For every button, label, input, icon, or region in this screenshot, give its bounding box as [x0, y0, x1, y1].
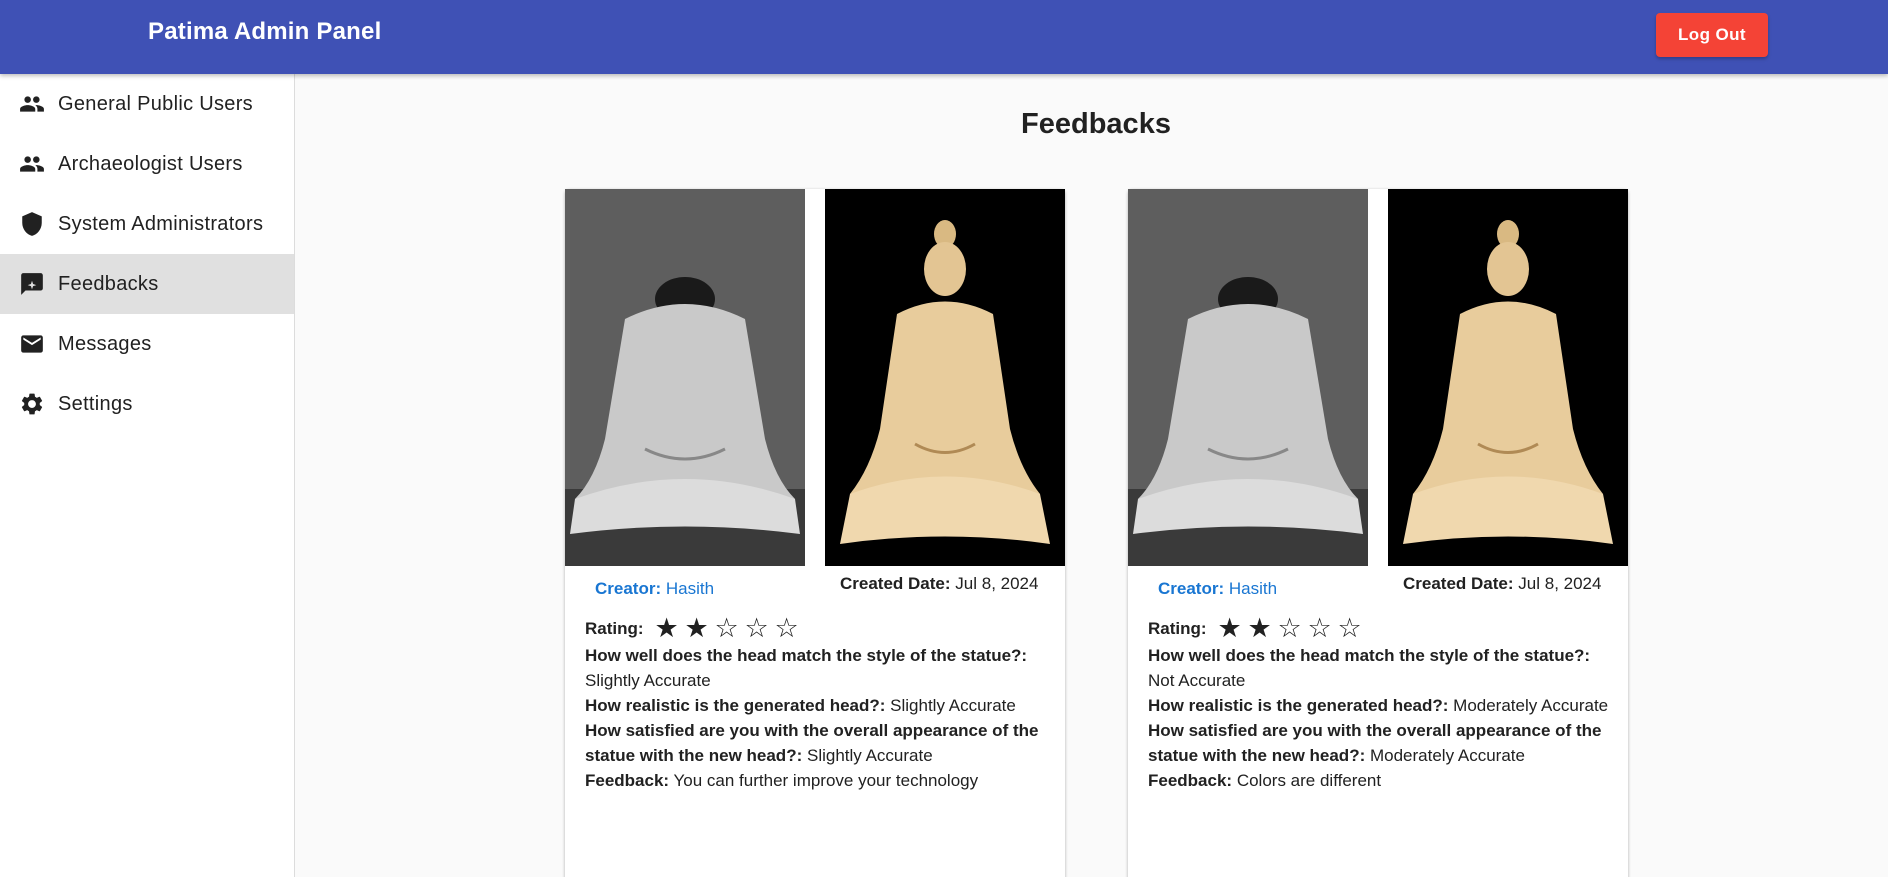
star-empty-icon: ☆	[774, 612, 799, 643]
rating-stars: ★ ★ ☆ ☆ ☆	[1215, 612, 1365, 643]
gear-icon	[19, 391, 45, 417]
created-date: Created Date: Jul 8, 2024	[1403, 574, 1601, 594]
star-filled-icon: ★	[654, 612, 679, 643]
feedback-card: Creator: Hasith Created Date: Jul 8, 202…	[1128, 189, 1628, 877]
app-title: Patima Admin Panel	[148, 18, 382, 45]
rating-stars: ★ ★ ☆ ☆ ☆	[652, 612, 802, 643]
question-realism: How realistic is the generated head?: Mo…	[1148, 693, 1618, 718]
sidebar-item-feedbacks[interactable]: Feedbacks	[0, 254, 294, 314]
question-realism: How realistic is the generated head?: Sl…	[585, 693, 1055, 718]
creator-name: Hasith	[1228, 579, 1278, 598]
answer-value: Slightly Accurate	[806, 746, 933, 765]
question-satisfaction: How satisfied are you with the overall a…	[585, 718, 1055, 768]
sidebar: General Public Users Archaeologist Users…	[0, 74, 295, 877]
rating-row: Rating: ★ ★ ☆ ☆ ☆	[1148, 613, 1618, 643]
people-icon	[19, 91, 45, 117]
creator-label: Creator:	[1158, 579, 1225, 598]
rating-label: Rating:	[585, 618, 644, 638]
feedback-value: You can further improve your technology	[673, 771, 979, 790]
star-empty-icon: ☆	[1277, 612, 1302, 643]
feedback-details: Rating: ★ ★ ☆ ☆ ☆ How well does the head mat…	[1148, 613, 1618, 793]
feedback-label: Feedback:	[585, 771, 670, 790]
image-pair	[1128, 189, 1628, 566]
answer-value: Slightly Accurate	[890, 696, 1016, 715]
star-filled-icon: ★	[1247, 612, 1272, 643]
sidebar-item-label: Archaeologist Users	[58, 152, 243, 175]
app-bar: Patima Admin Panel Log Out	[0, 0, 1888, 74]
sidebar-item-general-public-users[interactable]: General Public Users	[0, 74, 294, 134]
sidebar-item-label: General Public Users	[58, 92, 253, 115]
feedback-label: Feedback:	[1148, 771, 1233, 790]
page-title: Feedbacks	[1021, 108, 1171, 140]
sidebar-item-label: Messages	[58, 332, 152, 355]
question-style-match: How well does the head match the style o…	[585, 643, 1055, 693]
original-statue-image[interactable]	[565, 189, 805, 566]
rating-label: Rating:	[1148, 618, 1207, 638]
star-empty-icon: ☆	[714, 612, 739, 643]
feedback-icon	[19, 271, 45, 297]
rating-row: Rating: ★ ★ ☆ ☆ ☆	[585, 613, 1055, 643]
creator: Creator: Hasith	[1158, 579, 1277, 599]
generated-statue-image[interactable]	[1388, 189, 1628, 566]
sidebar-item-system-administrators[interactable]: System Administrators	[0, 194, 294, 254]
creator-name: Hasith	[665, 579, 715, 598]
star-filled-icon: ★	[684, 612, 709, 643]
feedback-details: Rating: ★ ★ ☆ ☆ ☆ How well does the head mat…	[585, 613, 1055, 793]
original-statue-image[interactable]	[1128, 189, 1368, 566]
answer-value: Moderately Accurate	[1453, 696, 1609, 715]
logout-button[interactable]: Log Out	[1656, 13, 1768, 57]
feedback-card: Creator: Hasith Created Date: Jul 8, 202…	[565, 189, 1065, 877]
sidebar-item-archaeologist-users[interactable]: Archaeologist Users	[0, 134, 294, 194]
sidebar-item-label: Feedbacks	[58, 272, 159, 295]
feedback-value: Colors are different	[1236, 771, 1382, 790]
question-label: How well does the head match the style o…	[1148, 646, 1591, 665]
creator-label: Creator:	[595, 579, 662, 598]
feedback-text: Feedback: You can further improve your t…	[585, 768, 1055, 793]
star-empty-icon: ☆	[744, 612, 769, 643]
mail-icon	[19, 331, 45, 357]
created-date: Created Date: Jul 8, 2024	[840, 574, 1038, 594]
sidebar-item-label: System Administrators	[58, 212, 264, 235]
question-label: How well does the head match the style o…	[585, 646, 1028, 665]
created-date-label: Created Date:	[840, 574, 951, 593]
question-label: How realistic is the generated head?:	[585, 696, 886, 715]
answer-value: Moderately Accurate	[1369, 746, 1525, 765]
shield-icon	[19, 211, 45, 237]
created-date-label: Created Date:	[1403, 574, 1514, 593]
created-date-value: Jul 8, 2024	[955, 574, 1039, 593]
sidebar-item-settings[interactable]: Settings	[0, 374, 294, 434]
star-empty-icon: ☆	[1337, 612, 1362, 643]
star-filled-icon: ★	[1217, 612, 1242, 643]
image-pair	[565, 189, 1065, 566]
created-date-value: Jul 8, 2024	[1518, 574, 1602, 593]
main-content: Feedbacks Creator: Hasith Created Date: …	[296, 74, 1888, 877]
answer-value: Not Accurate	[1148, 671, 1246, 690]
star-empty-icon: ☆	[1307, 612, 1332, 643]
question-label: How realistic is the generated head?:	[1148, 696, 1449, 715]
feedback-text: Feedback: Colors are different	[1148, 768, 1618, 793]
question-style-match: How well does the head match the style o…	[1148, 643, 1618, 693]
creator: Creator: Hasith	[595, 579, 714, 599]
generated-statue-image[interactable]	[825, 189, 1065, 566]
people-icon	[19, 151, 45, 177]
question-satisfaction: How satisfied are you with the overall a…	[1148, 718, 1618, 768]
sidebar-item-label: Settings	[58, 392, 133, 415]
sidebar-item-messages[interactable]: Messages	[0, 314, 294, 374]
answer-value: Slightly Accurate	[585, 671, 711, 690]
